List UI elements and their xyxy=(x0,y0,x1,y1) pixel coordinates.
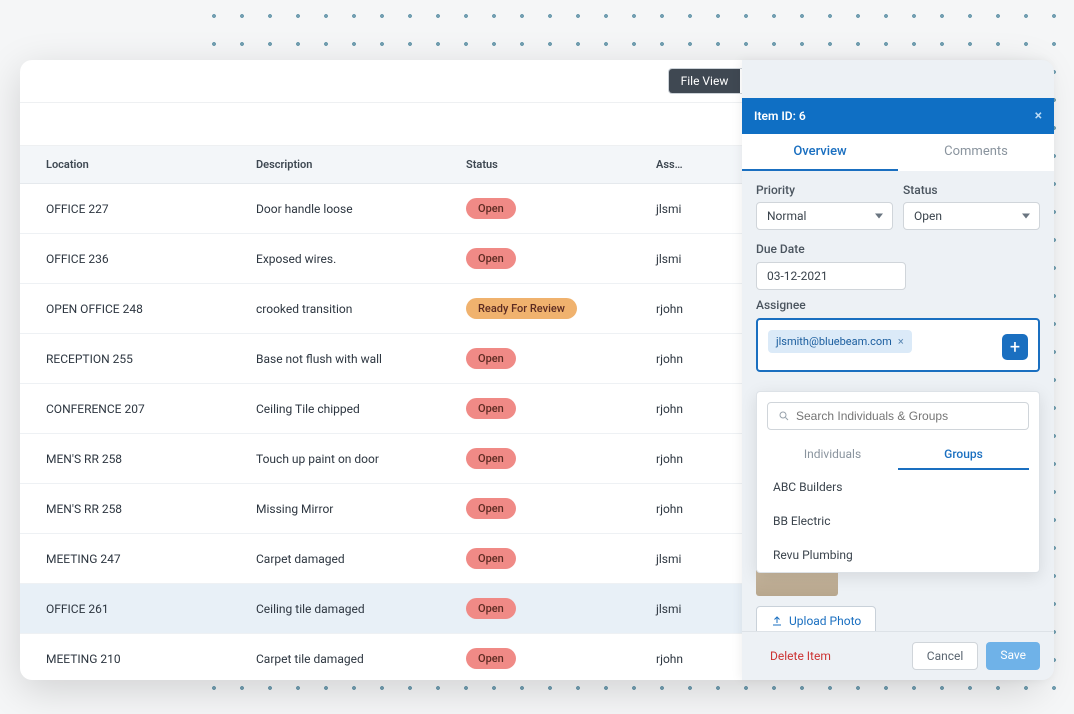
cell-description: crooked transition xyxy=(230,284,440,334)
cell-status: Open xyxy=(440,484,630,534)
cell-location: MEN'S RR 258 xyxy=(20,434,230,484)
assignee-box[interactable]: jlsmith@bluebeam.com × + xyxy=(756,318,1040,372)
cell-location: OFFICE 227 xyxy=(20,184,230,234)
tab-groups[interactable]: Groups xyxy=(898,440,1029,470)
search-input[interactable] xyxy=(796,409,1018,423)
group-option[interactable]: ABC Builders xyxy=(757,470,1039,504)
close-icon[interactable]: × xyxy=(1035,108,1042,124)
status-badge: Open xyxy=(466,248,516,269)
tab-comments[interactable]: Comments xyxy=(898,134,1054,171)
cell-status: Open xyxy=(440,234,630,284)
search-icon xyxy=(778,410,790,422)
col-status[interactable]: Status xyxy=(440,146,630,184)
status-badge: Open xyxy=(466,548,516,569)
cell-location: RECEPTION 255 xyxy=(20,334,230,384)
cell-status: Open xyxy=(440,634,630,681)
cell-description: Door handle loose xyxy=(230,184,440,234)
cell-description: Exposed wires. xyxy=(230,234,440,284)
priority-select[interactable]: Normal xyxy=(756,202,893,230)
search-box[interactable] xyxy=(767,402,1029,430)
assignee-dropdown: Individuals Groups ABC BuildersBB Electr… xyxy=(756,391,1040,573)
detail-panel: Item ID: 6 × Overview Comments Priority … xyxy=(742,60,1054,680)
group-option[interactable]: Revu Plumbing xyxy=(757,538,1039,572)
save-button[interactable]: Save xyxy=(986,642,1040,670)
cell-status: Open xyxy=(440,334,630,384)
cell-status: Open xyxy=(440,434,630,484)
panel-footer: Delete Item Cancel Save xyxy=(742,631,1054,680)
status-badge: Open xyxy=(466,648,516,669)
assignee-label: Assignee xyxy=(756,298,1040,312)
cell-location: MEETING 247 xyxy=(20,534,230,584)
delete-button[interactable]: Delete Item xyxy=(756,643,845,669)
status-label: Status xyxy=(903,183,1040,197)
due-date-input[interactable]: 03-12-2021 xyxy=(756,262,906,290)
cell-description: Touch up paint on door xyxy=(230,434,440,484)
cell-description: Carpet tile damaged xyxy=(230,634,440,681)
upload-label: Upload Photo xyxy=(789,614,861,628)
photo-thumbnail[interactable] xyxy=(756,570,838,596)
cell-description: Missing Mirror xyxy=(230,484,440,534)
panel-tabs: Overview Comments xyxy=(742,134,1054,171)
status-badge: Open xyxy=(466,398,516,419)
cell-description: Ceiling Tile chipped xyxy=(230,384,440,434)
cell-status: Open xyxy=(440,184,630,234)
assignee-chip[interactable]: jlsmith@bluebeam.com × xyxy=(768,330,912,353)
chip-remove-icon[interactable]: × xyxy=(898,335,904,348)
cell-location: OFFICE 236 xyxy=(20,234,230,284)
cell-location: OFFICE 261 xyxy=(20,584,230,634)
group-option[interactable]: BB Electric xyxy=(757,504,1039,538)
status-badge: Open xyxy=(466,348,516,369)
assignee-chip-text: jlsmith@bluebeam.com xyxy=(776,335,892,348)
tab-overview[interactable]: Overview xyxy=(742,134,898,171)
cell-description: Ceiling tile damaged xyxy=(230,584,440,634)
cell-status: Open xyxy=(440,384,630,434)
cell-location: CONFERENCE 207 xyxy=(20,384,230,434)
due-date-label: Due Date xyxy=(756,242,1040,256)
priority-label: Priority xyxy=(756,183,893,197)
add-assignee-button[interactable]: + xyxy=(1002,334,1028,360)
cancel-button[interactable]: Cancel xyxy=(912,642,979,670)
cell-location: MEN'S RR 258 xyxy=(20,484,230,534)
status-badge: Ready For Review xyxy=(466,298,577,319)
file-view-toggle[interactable]: File View xyxy=(669,69,741,93)
panel-body: Priority Normal Status Open Due Date 03-… xyxy=(742,171,1054,631)
cell-description: Base not flush with wall xyxy=(230,334,440,384)
status-badge: Open xyxy=(466,498,516,519)
status-select[interactable]: Open xyxy=(903,202,1040,230)
cell-status: Ready For Review xyxy=(440,284,630,334)
cell-location: MEETING 210 xyxy=(20,634,230,681)
upload-photo-button[interactable]: Upload Photo xyxy=(756,606,876,631)
status-badge: Open xyxy=(466,198,516,219)
dropdown-tabs: Individuals Groups xyxy=(757,440,1039,470)
col-location[interactable]: Location xyxy=(20,146,230,184)
panel-header: Item ID: 6 × xyxy=(742,98,1054,134)
cell-status: Open xyxy=(440,584,630,634)
panel-title: Item ID: 6 xyxy=(754,109,806,123)
status-badge: Open xyxy=(466,448,516,469)
cell-description: Carpet damaged xyxy=(230,534,440,584)
status-badge: Open xyxy=(466,598,516,619)
tab-individuals[interactable]: Individuals xyxy=(767,440,898,470)
cell-status: Open xyxy=(440,534,630,584)
col-description[interactable]: Description xyxy=(230,146,440,184)
cell-location: OPEN OFFICE 248 xyxy=(20,284,230,334)
upload-icon xyxy=(771,615,783,627)
